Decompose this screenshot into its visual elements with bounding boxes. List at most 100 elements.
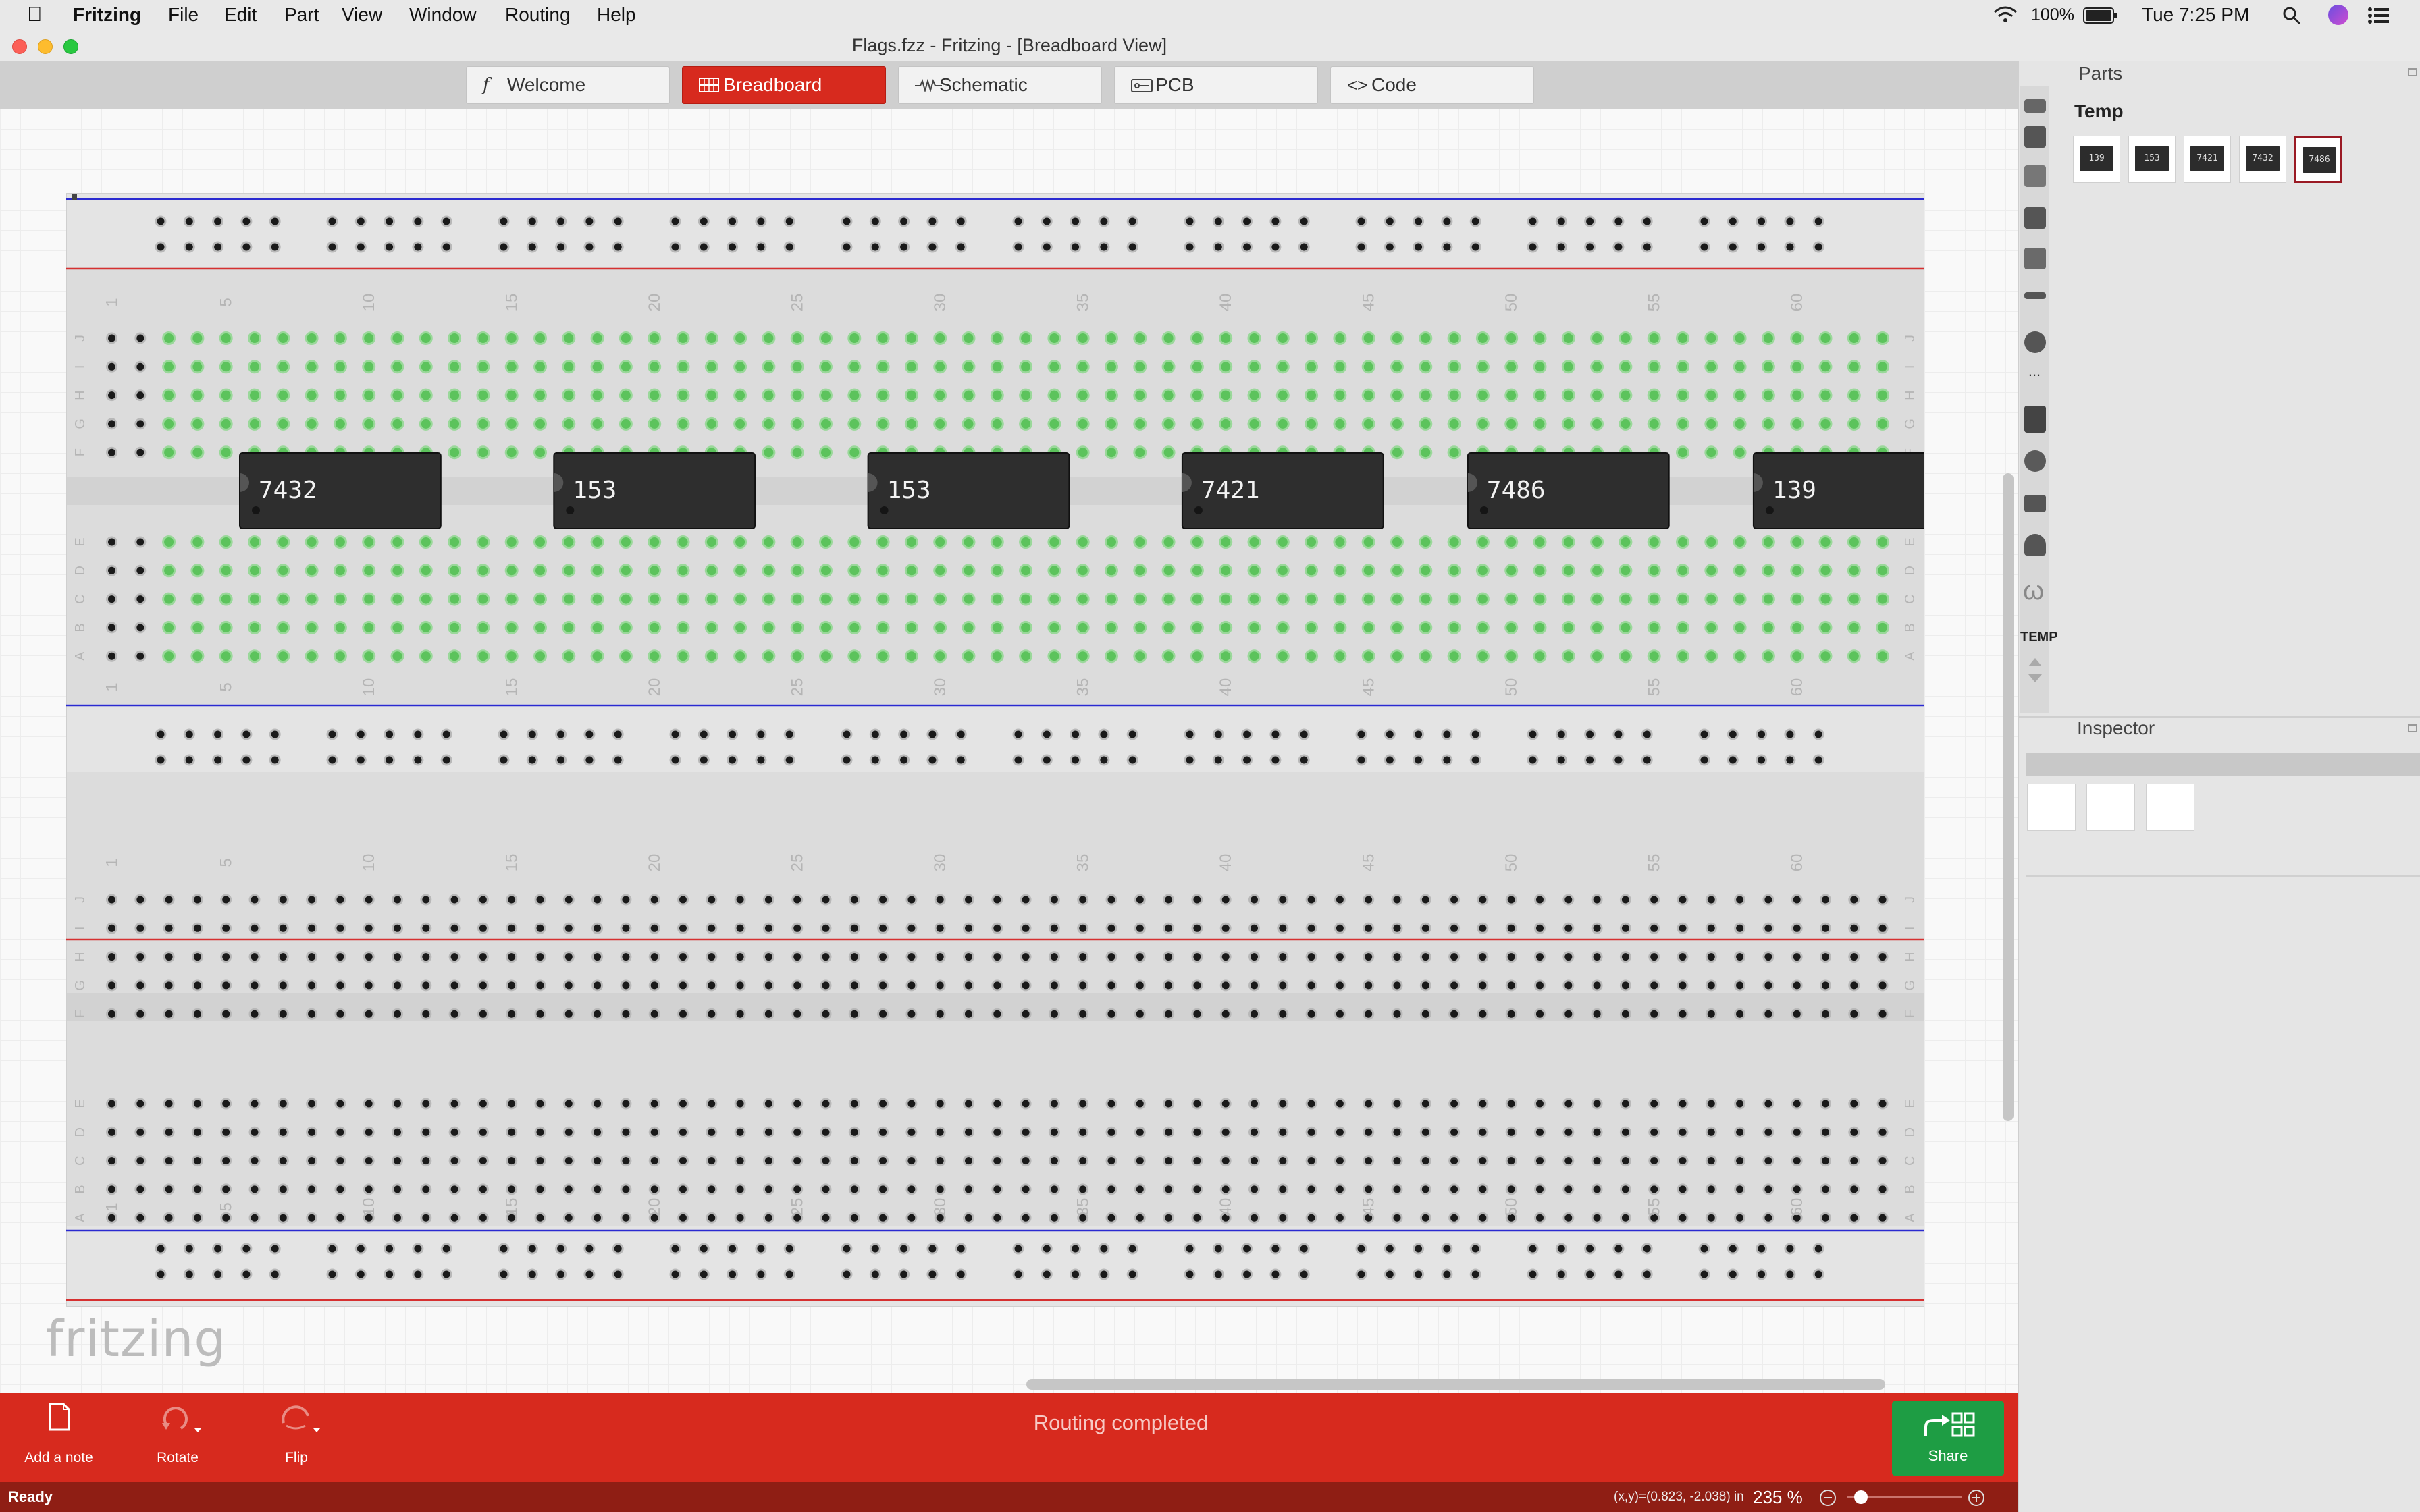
output-bin-icon[interactable] <box>2024 331 2046 353</box>
menu-part[interactable]: Part <box>284 0 319 30</box>
vertical-scrollbar[interactable] <box>2003 473 2014 1121</box>
siri-icon[interactable] <box>2328 5 2348 25</box>
tie-point <box>1847 649 1861 664</box>
scroll-down-icon[interactable] <box>2028 674 2042 682</box>
tie-point <box>1390 360 1404 374</box>
rail-hole <box>1727 241 1739 253</box>
part-thumb-7432[interactable]: 7432 <box>2239 136 2286 183</box>
tie-point <box>847 446 862 460</box>
horizontal-scrollbar[interactable] <box>1026 1379 1885 1390</box>
tab-welcome[interactable]: f Welcome <box>466 66 670 104</box>
apple-icon[interactable]:  <box>27 0 43 30</box>
mine-bin-icon[interactable]: ω <box>2023 576 2044 606</box>
tie-point <box>791 1098 804 1110</box>
tools-bin-icon[interactable] <box>2024 534 2046 556</box>
scroll-up-icon[interactable] <box>2028 658 2042 666</box>
rail-hole <box>841 1243 853 1255</box>
logic-bin-icon[interactable] <box>2024 248 2046 269</box>
rail-hole <box>183 754 195 766</box>
menu-app-name[interactable]: Fritzing <box>73 0 141 30</box>
breadboard-canvas[interactable]: JJIIHHGGFFEEDDCCBBAAJJIIHHGGFFEEDDCCBBAA… <box>0 109 2018 1393</box>
breadboard[interactable]: JJIIHHGGFFEEDDCCBBAAJJIIHHGGFFEEDDCCBBAA… <box>66 193 1924 1307</box>
spotlight-search-icon[interactable] <box>2282 6 2301 25</box>
menu-edit[interactable]: Edit <box>224 0 257 30</box>
inspector-title: Inspector <box>2077 718 2155 738</box>
tie-point <box>1848 1212 1860 1224</box>
zoom-out-icon[interactable] <box>1819 1489 1837 1507</box>
ic-bin-icon[interactable] <box>2024 207 2046 229</box>
rail-hole <box>412 754 424 766</box>
arduino-bin-icon[interactable] <box>2024 126 2046 148</box>
tie-point <box>1275 535 1290 549</box>
row-letter: J <box>1903 335 1918 342</box>
tie-point <box>1134 894 1146 906</box>
tie-point <box>1534 1183 1546 1195</box>
seeed-bin-icon[interactable] <box>2024 99 2046 113</box>
tie-point <box>1020 1155 1032 1167</box>
tab-pcb[interactable]: PCB <box>1114 66 1318 104</box>
tie-point <box>419 564 433 578</box>
menu-file[interactable]: File <box>168 0 199 30</box>
microcontroller-bin-icon[interactable] <box>2024 406 2046 433</box>
rail-hole <box>1012 241 1024 253</box>
notification-center-icon[interactable] <box>2367 7 2390 24</box>
menu-view[interactable]: View <box>342 0 382 30</box>
rotate-button[interactable]: Rotate <box>127 1393 228 1482</box>
tie-point <box>191 1008 203 1020</box>
ic-chip-label: 153 <box>887 477 931 504</box>
part-thumb-7486-selected[interactable]: 7486 <box>2294 136 2342 183</box>
tie-point <box>562 1008 575 1020</box>
column-label: 5 <box>217 298 236 306</box>
zoom-slider-handle[interactable] <box>1854 1490 1868 1504</box>
share-button[interactable]: Share <box>1892 1401 2004 1476</box>
menu-window[interactable]: Window <box>409 0 477 30</box>
tab-code[interactable]: <> Code <box>1330 66 1534 104</box>
rail-hole <box>1812 215 1824 227</box>
tab-breadboard[interactable]: Breadboard <box>682 66 886 104</box>
tie-point <box>1305 360 1319 374</box>
tie-point <box>1076 592 1090 606</box>
wifi-icon[interactable] <box>1992 5 2019 24</box>
tie-point <box>1734 1098 1746 1110</box>
tie-point <box>1876 649 1890 664</box>
tie-point <box>1562 979 1575 992</box>
tie-point <box>448 951 461 963</box>
part-thumb-7421[interactable]: 7421 <box>2184 136 2231 183</box>
tie-point <box>1505 1008 1517 1020</box>
rail-hole <box>1413 1268 1425 1280</box>
flip-button[interactable]: Flip <box>246 1393 347 1482</box>
analog-bin-icon[interactable] <box>2024 165 2046 187</box>
tie-point <box>1534 922 1546 934</box>
tie-point <box>1419 1098 1431 1110</box>
zoom-in-icon[interactable] <box>1968 1489 1985 1507</box>
temp-bin-tab[interactable]: TEMP <box>2020 630 2058 645</box>
antenna-bin-icon[interactable] <box>2024 450 2046 472</box>
row-letter: I <box>1903 927 1918 931</box>
tie-point <box>648 360 662 374</box>
robot-bin-icon[interactable] <box>2024 495 2046 512</box>
undock-parts-icon[interactable] <box>2408 68 2417 76</box>
tie-point <box>1076 620 1090 634</box>
tie-point <box>163 922 175 934</box>
part-thumb-139[interactable]: 139 <box>2073 136 2120 183</box>
undock-inspector-icon[interactable] <box>2408 724 2417 732</box>
part-thumb-153[interactable]: 153 <box>2128 136 2176 183</box>
tie-point <box>1876 979 1889 992</box>
menu-help[interactable]: Help <box>597 0 636 30</box>
tie-point <box>848 1155 860 1167</box>
tie-point <box>163 894 175 906</box>
menubar-clock[interactable]: Tue 7:25 PM <box>2142 0 2249 30</box>
tie-point <box>1105 1212 1117 1224</box>
tie-point <box>1047 592 1061 606</box>
tab-schematic[interactable]: Schematic <box>898 66 1102 104</box>
rail-hole <box>1212 1268 1224 1280</box>
connector-bin-icon[interactable] <box>2024 292 2046 299</box>
column-label: 15 <box>503 678 521 697</box>
tie-point <box>1590 388 1604 402</box>
battery-icon[interactable] <box>2083 7 2118 24</box>
more-bins-icon[interactable]: ... <box>2020 362 2049 380</box>
add-note-button[interactable]: Add a note <box>8 1393 109 1482</box>
menu-routing[interactable]: Routing <box>505 0 571 30</box>
rail-hole <box>1413 1243 1425 1255</box>
rail-hole <box>269 754 281 766</box>
